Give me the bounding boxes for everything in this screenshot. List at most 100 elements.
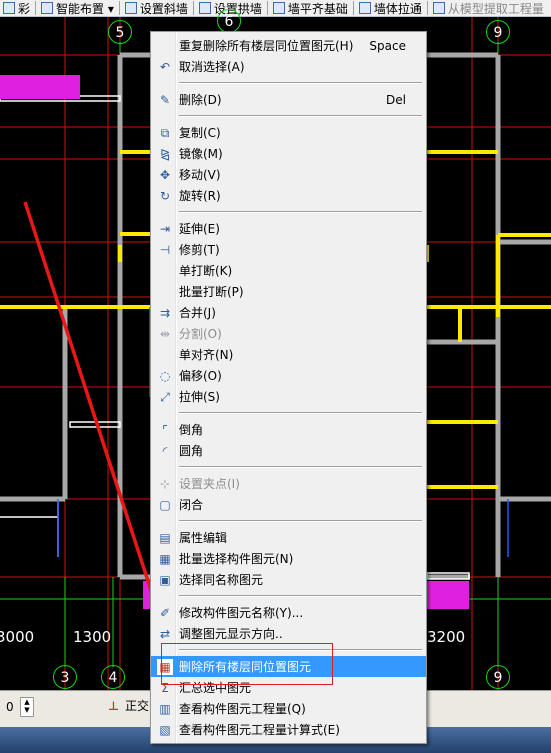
offset-icon: ◌ (159, 369, 171, 383)
menu-item[interactable]: ✥ 移动(V) (151, 164, 426, 185)
toolbar-button-wall-extend[interactable]: 墙体拉通 (356, 0, 425, 16)
menu-item-label: 汇总选中图元 (179, 681, 252, 695)
menu-item[interactable]: ⇄ 调整图元显示方向.. (151, 623, 426, 644)
trim-icon: ⊣ (159, 243, 171, 257)
menu-item-label: 分割(O) (179, 327, 222, 341)
stretch-icon: ⤢ (160, 389, 170, 404)
menu-item[interactable]: 重复删除所有楼层同位置图元(H) Space (151, 35, 426, 56)
axis-bubble-bottom: 4 (101, 665, 125, 689)
toolbar-separator (35, 1, 37, 15)
menu-item[interactable]: ⧎ 镜像(M) (151, 143, 426, 164)
menu-item-label: 调整图元显示方向.. (179, 627, 283, 641)
menu-item-label: 属性编辑 (179, 531, 228, 545)
dimension-label: 3000 (0, 628, 35, 646)
menu-item[interactable]: ▧ 查看构件图元工程量计算式(E) (151, 719, 426, 740)
menu-item-label: 设置夹点(I) (179, 477, 240, 491)
menu-item-label: 单对齐(N) (179, 348, 234, 362)
menu-item-label: 闭合 (179, 498, 204, 512)
menu-item[interactable]: ◜ 圆角 (151, 440, 426, 461)
menu-separator (179, 412, 422, 414)
quantity-icon: ▥ (159, 702, 171, 716)
menu-item-label: 删除所有楼层同位置图元 (179, 660, 312, 674)
menu-item[interactable]: ⊹ 设置夹点(I) (151, 473, 426, 494)
rename-icon: ✐ (159, 606, 171, 620)
menu-item-label: 批量选择构件图元(N) (179, 552, 294, 566)
copy-icon: ⧉ (160, 125, 170, 140)
grid-icon (41, 2, 54, 14)
menu-separator (179, 82, 422, 84)
partial-icon (3, 2, 15, 14)
batch-select-icon: ▦ (159, 552, 171, 566)
menu-item[interactable]: ✐ 修改构件图元名称(Y)... (151, 602, 426, 623)
menu-item-label: 镜像(M) (179, 147, 223, 161)
mirror-icon: ⧎ (159, 147, 171, 161)
wall-align-icon (272, 2, 285, 14)
toolbar-separator (266, 1, 268, 15)
toolbar-separator (426, 1, 428, 15)
extend-icon: ⇥ (159, 222, 171, 236)
ortho-button[interactable]: ⊥ 正交 (108, 697, 149, 714)
menu-item[interactable]: ⇉ 合并(J) (151, 302, 426, 323)
menu-item-shortcut: Space (369, 38, 406, 53)
split-icon: ⇹ (159, 327, 171, 341)
menu-item-label: 修剪(T) (179, 243, 220, 257)
toolbar-button-label: 智能布置 ▾ (56, 1, 114, 16)
menu-item-label: 圆角 (179, 444, 204, 458)
rotate-icon: ↻ (159, 189, 171, 203)
menu-item[interactable]: ↻ 旋转(R) (151, 185, 426, 206)
menu-item[interactable]: 单对齐(N) (151, 344, 426, 365)
menu-item[interactable]: ◌ 偏移(O) (151, 365, 426, 386)
spinner-value[interactable]: 0 (6, 700, 14, 714)
toolbar-button-label: 墙体拉通 (373, 1, 422, 16)
menu-item[interactable]: Σ 汇总选中图元 (151, 677, 426, 698)
spinner-arrows-icon[interactable]: ▲ ▼ (20, 697, 34, 717)
menu-item-label: 修改构件图元名称(Y)... (179, 606, 304, 620)
menu-item[interactable]: ▥ 查看构件图元工程量(Q) (151, 698, 426, 719)
toolbar-button-grid[interactable]: 智能布置 ▾ (38, 0, 117, 16)
dimension-label: 1300 (73, 628, 112, 646)
menu-item-label: 倒角 (179, 423, 204, 437)
toolbar-separator (192, 1, 194, 15)
move-icon: ✥ (159, 168, 171, 182)
menu-item[interactable]: ⧉ 复制(C) (151, 122, 426, 143)
menu-item[interactable]: 批量打断(P) (151, 281, 426, 302)
toolbar-button-label: 设置斜墙 (139, 1, 188, 16)
toolbar-button-label: 彩 (18, 1, 31, 16)
axis-bubble-bottom: 9 (486, 665, 510, 689)
toolbar-button-label: 从模型提取工程量 (447, 1, 544, 16)
menu-item[interactable]: ⤢ 拉伸(S) (151, 386, 426, 407)
menu-item-label: 延伸(E) (179, 222, 220, 236)
menu-item[interactable]: ↶ 取消选择(A) (151, 56, 426, 77)
menu-item[interactable]: ⊣ 修剪(T) (151, 239, 426, 260)
menu-item[interactable]: ▦ 批量选择构件图元(N) (151, 548, 426, 569)
arch-wall-icon (198, 2, 211, 14)
toolbar-button-wall-align[interactable]: 墙平齐基础 (270, 0, 351, 16)
menu-separator (179, 115, 422, 117)
ortho-icon: ⊥ (108, 698, 119, 713)
menu-item[interactable]: ▤ 属性编辑 (151, 527, 426, 548)
menu-item[interactable]: ✎ 删除(D) Del (151, 89, 426, 110)
menu-item[interactable]: 单打断(K) (151, 260, 426, 281)
eraser-icon: ✎ (159, 93, 171, 107)
property-icon: ▤ (159, 531, 171, 545)
menu-item-label: 单打断(K) (179, 264, 233, 278)
menu-item-label: 偏移(O) (179, 369, 222, 383)
toolbar-button-slant-wall[interactable]: 设置斜墙 (122, 0, 191, 16)
toolbar-button-extract[interactable]: 从模型提取工程量 (430, 0, 547, 16)
menu-item[interactable]: ⇥ 延伸(E) (151, 218, 426, 239)
menu-item-label: 查看构件图元工程量(Q) (179, 702, 306, 716)
menu-item[interactable]: ⇹ 分割(O) (151, 323, 426, 344)
menu-item[interactable]: ▦ 删除所有楼层同位置图元 (151, 656, 426, 677)
menu-item[interactable]: ▣ 选择同名称图元 (151, 569, 426, 590)
merge-icon: ⇉ (159, 306, 171, 320)
menu-separator (179, 649, 422, 651)
menu-item-label: 批量打断(P) (179, 285, 244, 299)
toolbar-button-label: 墙平齐基础 (287, 1, 348, 16)
toolbar-separator (352, 1, 354, 15)
menu-item[interactable]: ▢ 闭合 (151, 494, 426, 515)
formula-icon: ▧ (159, 723, 171, 737)
menu-item-label: 旋转(R) (179, 189, 221, 203)
menu-item[interactable]: ⌜ 倒角 (151, 419, 426, 440)
menu-item-label: 选择同名称图元 (179, 573, 264, 587)
toolbar-button-partial[interactable]: 彩 (0, 0, 33, 16)
